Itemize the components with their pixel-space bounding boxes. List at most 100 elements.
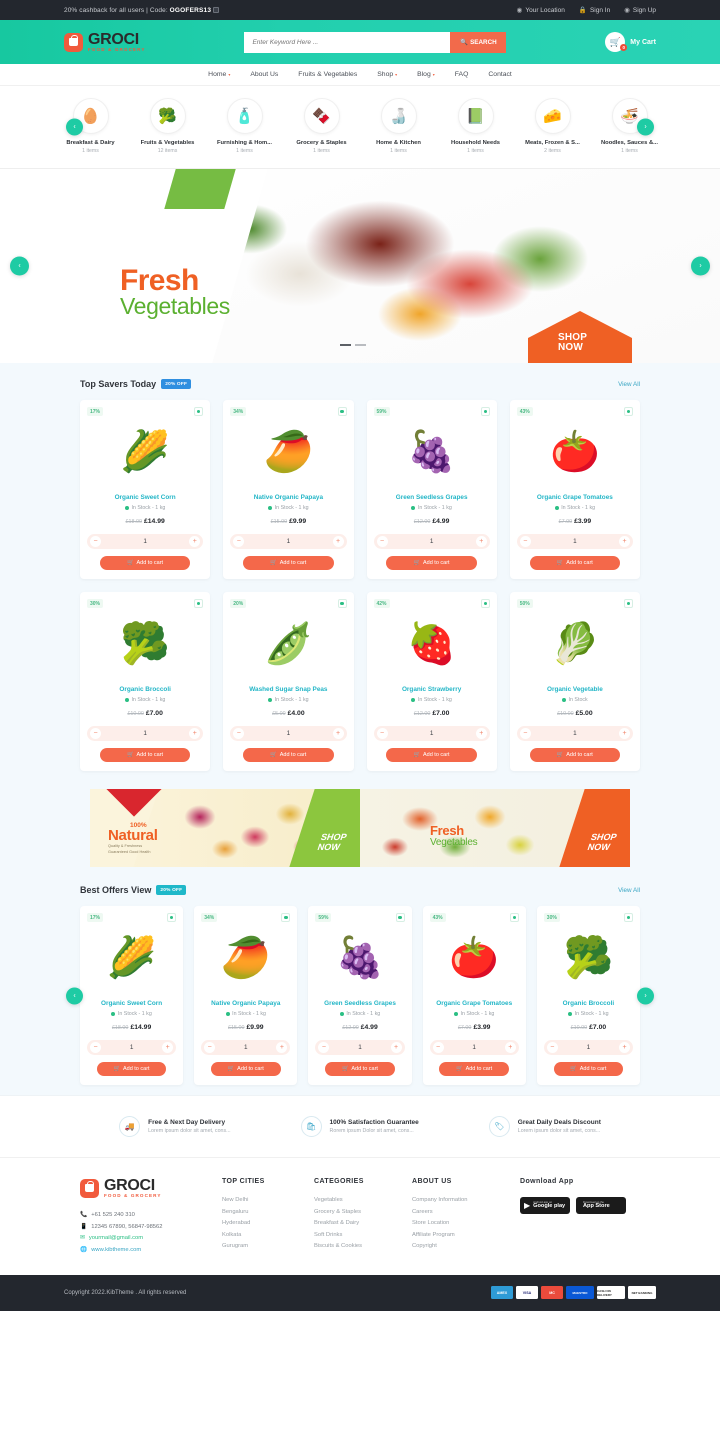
app-store-button[interactable]: Download on the App Store [576, 1197, 626, 1214]
product-name[interactable]: Native Organic Papaya [230, 494, 346, 501]
quantity-increase-button[interactable]: + [618, 1042, 630, 1053]
add-to-cart-button[interactable]: 🛒 Add to cart [325, 1062, 395, 1076]
hero-next-button[interactable]: › [691, 256, 710, 276]
product-card[interactable]: 34% 🥭 Native Organic Papaya In Stock - 1… [194, 906, 298, 1085]
quantity-decrease-button[interactable]: − [432, 1042, 444, 1053]
quantity-decrease-button[interactable]: − [90, 728, 101, 739]
wishlist-icon[interactable] [624, 599, 633, 608]
footer-email[interactable]: ✉ yourmail@gmail.com [80, 1235, 222, 1241]
hero-pagination-dots[interactable] [340, 344, 366, 346]
quantity-increase-button[interactable]: + [332, 536, 344, 547]
nav-item-shop[interactable]: Shop ▾ [377, 71, 397, 78]
footer-link[interactable]: Vegetables [314, 1197, 412, 1203]
category-item[interactable]: 🧀 Meats, Frozen & S... 2 items [520, 98, 586, 154]
wishlist-icon[interactable] [624, 407, 633, 416]
category-item[interactable]: 📗 Household Needs 1 items [443, 98, 509, 154]
quantity-decrease-button[interactable]: − [233, 728, 245, 739]
footer-link[interactable]: Copyright [412, 1243, 520, 1249]
product-name[interactable]: Organic Strawberry [374, 686, 490, 693]
nav-item-about-us[interactable]: About Us [250, 71, 278, 78]
nav-item-blog[interactable]: Blog ▾ [417, 71, 435, 78]
quantity-decrease-button[interactable]: − [546, 1042, 558, 1053]
quantity-increase-button[interactable]: + [619, 728, 630, 739]
hero-prev-button[interactable]: ‹ [10, 256, 29, 276]
footer-link[interactable]: Company Information [412, 1197, 520, 1203]
product-name[interactable]: Organic Broccoli [87, 686, 203, 693]
product-card[interactable]: 59% 🍇 Green Seedless Grapes In Stock - 1… [366, 400, 497, 579]
quantity-increase-button[interactable]: + [619, 536, 630, 547]
footer-phone[interactable]: 📞 +61 525 240 310 [80, 1212, 222, 1218]
footer-link[interactable]: Kolkata [222, 1232, 314, 1238]
category-item[interactable]: 🥦 Fruits & Vegetables 12 items [135, 98, 201, 154]
product-name[interactable]: Organic Grape Tomatoes [430, 1000, 519, 1007]
quantity-decrease-button[interactable]: − [204, 1042, 216, 1053]
wishlist-icon[interactable] [281, 913, 291, 922]
category-next-button[interactable]: › [637, 118, 654, 136]
quantity-increase-button[interactable]: + [189, 536, 201, 547]
footer-link[interactable]: Grocery & Staples [314, 1209, 412, 1215]
quantity-increase-button[interactable]: + [189, 728, 201, 739]
promo-code[interactable]: OGOFERS13 [170, 7, 212, 14]
footer-link[interactable]: Store Location [412, 1220, 520, 1226]
quantity-increase-button[interactable]: + [475, 728, 487, 739]
nav-item-contact[interactable]: Contact [488, 71, 511, 78]
product-name[interactable]: Organic Grape Tomatoes [517, 494, 633, 501]
quantity-decrease-button[interactable]: − [519, 536, 531, 547]
google-play-button[interactable]: ▶ Android app on Google play [520, 1197, 570, 1214]
product-card[interactable]: 17% 🌽 Organic Sweet Corn In Stock - 1 kg… [80, 906, 184, 1085]
nav-item-home[interactable]: Home ▾ [208, 71, 230, 78]
product-name[interactable]: Organic Sweet Corn [87, 494, 203, 501]
product-name[interactable]: Organic Sweet Corn [87, 1000, 176, 1007]
add-to-cart-button[interactable]: 🛒 Add to cart [96, 1062, 167, 1076]
footer-link[interactable]: Careers [412, 1209, 520, 1215]
product-card[interactable]: 30% 🥦 Organic Broccoli In Stock - 1 kg £… [80, 592, 211, 771]
product-name[interactable]: Green Seedless Grapes [374, 494, 490, 501]
copy-icon[interactable] [213, 6, 220, 13]
quantity-increase-button[interactable]: + [475, 536, 487, 547]
add-to-cart-button[interactable]: 🛒 Add to cart [99, 556, 191, 570]
quantity-increase-button[interactable]: + [390, 1042, 402, 1053]
best-offers-next-button[interactable]: › [637, 987, 654, 1004]
sign-up-link[interactable]: ◉ Sign Up [624, 6, 656, 15]
product-name[interactable]: Green Seedless Grapes [315, 1000, 404, 1007]
product-name[interactable]: Native Organic Papaya [201, 1000, 290, 1007]
footer-link[interactable]: Breakfast & Dairy [314, 1220, 412, 1226]
add-to-cart-button[interactable]: 🛒 Add to cart [99, 748, 191, 762]
quantity-decrease-button[interactable]: − [376, 536, 388, 547]
product-card[interactable]: 34% 🥭 Native Organic Papaya In Stock - 1… [223, 400, 354, 579]
wishlist-icon[interactable] [337, 407, 347, 416]
your-location-link[interactable]: ◉ Your Location [517, 6, 565, 15]
add-to-cart-button[interactable]: 🛒 Add to cart [439, 1062, 509, 1076]
sign-in-link[interactable]: 🔒 Sign In [579, 6, 610, 15]
quantity-increase-button[interactable]: + [332, 728, 344, 739]
product-card[interactable]: 43% 🍅 Organic Grape Tomatoes In Stock - … [509, 400, 640, 579]
quantity-increase-button[interactable]: + [504, 1042, 516, 1053]
add-to-cart-button[interactable]: 🛒 Add to cart [386, 748, 477, 762]
header-logo[interactable]: GROCI FOOD & GROCERY [64, 32, 146, 52]
add-to-cart-button[interactable]: 🛒 Add to cart [243, 748, 334, 762]
add-to-cart-button[interactable]: 🛒 Add to cart [529, 748, 621, 762]
promo-banner-fresh-vegetables[interactable]: Fresh Vegetables SHOP NOW [360, 789, 630, 867]
quantity-increase-button[interactable]: + [276, 1042, 288, 1053]
footer-link[interactable]: Affiliate Program [412, 1232, 520, 1238]
product-card[interactable]: 20% 🫛 Washed Sugar Snap Peas In Stock - … [223, 592, 354, 771]
product-card[interactable]: 30% 🥦 Organic Broccoli In Stock - 1 kg £… [536, 906, 640, 1085]
cart-widget[interactable]: 🛒 0 My Cart [605, 32, 656, 52]
footer-logo[interactable]: GROCI FOOD & GROCERY [80, 1178, 222, 1198]
footer-link[interactable]: Soft Drinks [314, 1232, 412, 1238]
quantity-decrease-button[interactable]: − [233, 536, 245, 547]
quantity-increase-button[interactable]: + [162, 1042, 174, 1053]
category-item[interactable]: 🍶 Home & Kitchen 1 items [366, 98, 432, 154]
add-to-cart-button[interactable]: 🛒 Add to cart [243, 556, 334, 570]
search-button[interactable]: 🔍 SEARCH [450, 31, 507, 53]
footer-website[interactable]: 🌐 www.kibtheme.com [80, 1247, 222, 1253]
wishlist-icon[interactable] [194, 599, 204, 608]
product-name[interactable]: Organic Broccoli [544, 1000, 633, 1007]
search-input[interactable] [244, 31, 451, 53]
footer-link[interactable]: Hyderabad [222, 1220, 314, 1226]
footer-mobile[interactable]: 📱 12345 67890, 56847-98562 [80, 1224, 222, 1230]
add-to-cart-button[interactable]: 🛒 Add to cart [386, 556, 477, 570]
quantity-decrease-button[interactable]: − [90, 1042, 101, 1053]
footer-link[interactable]: Bengaluru [222, 1209, 314, 1215]
footer-link[interactable]: Biscuits & Cookies [314, 1243, 412, 1249]
